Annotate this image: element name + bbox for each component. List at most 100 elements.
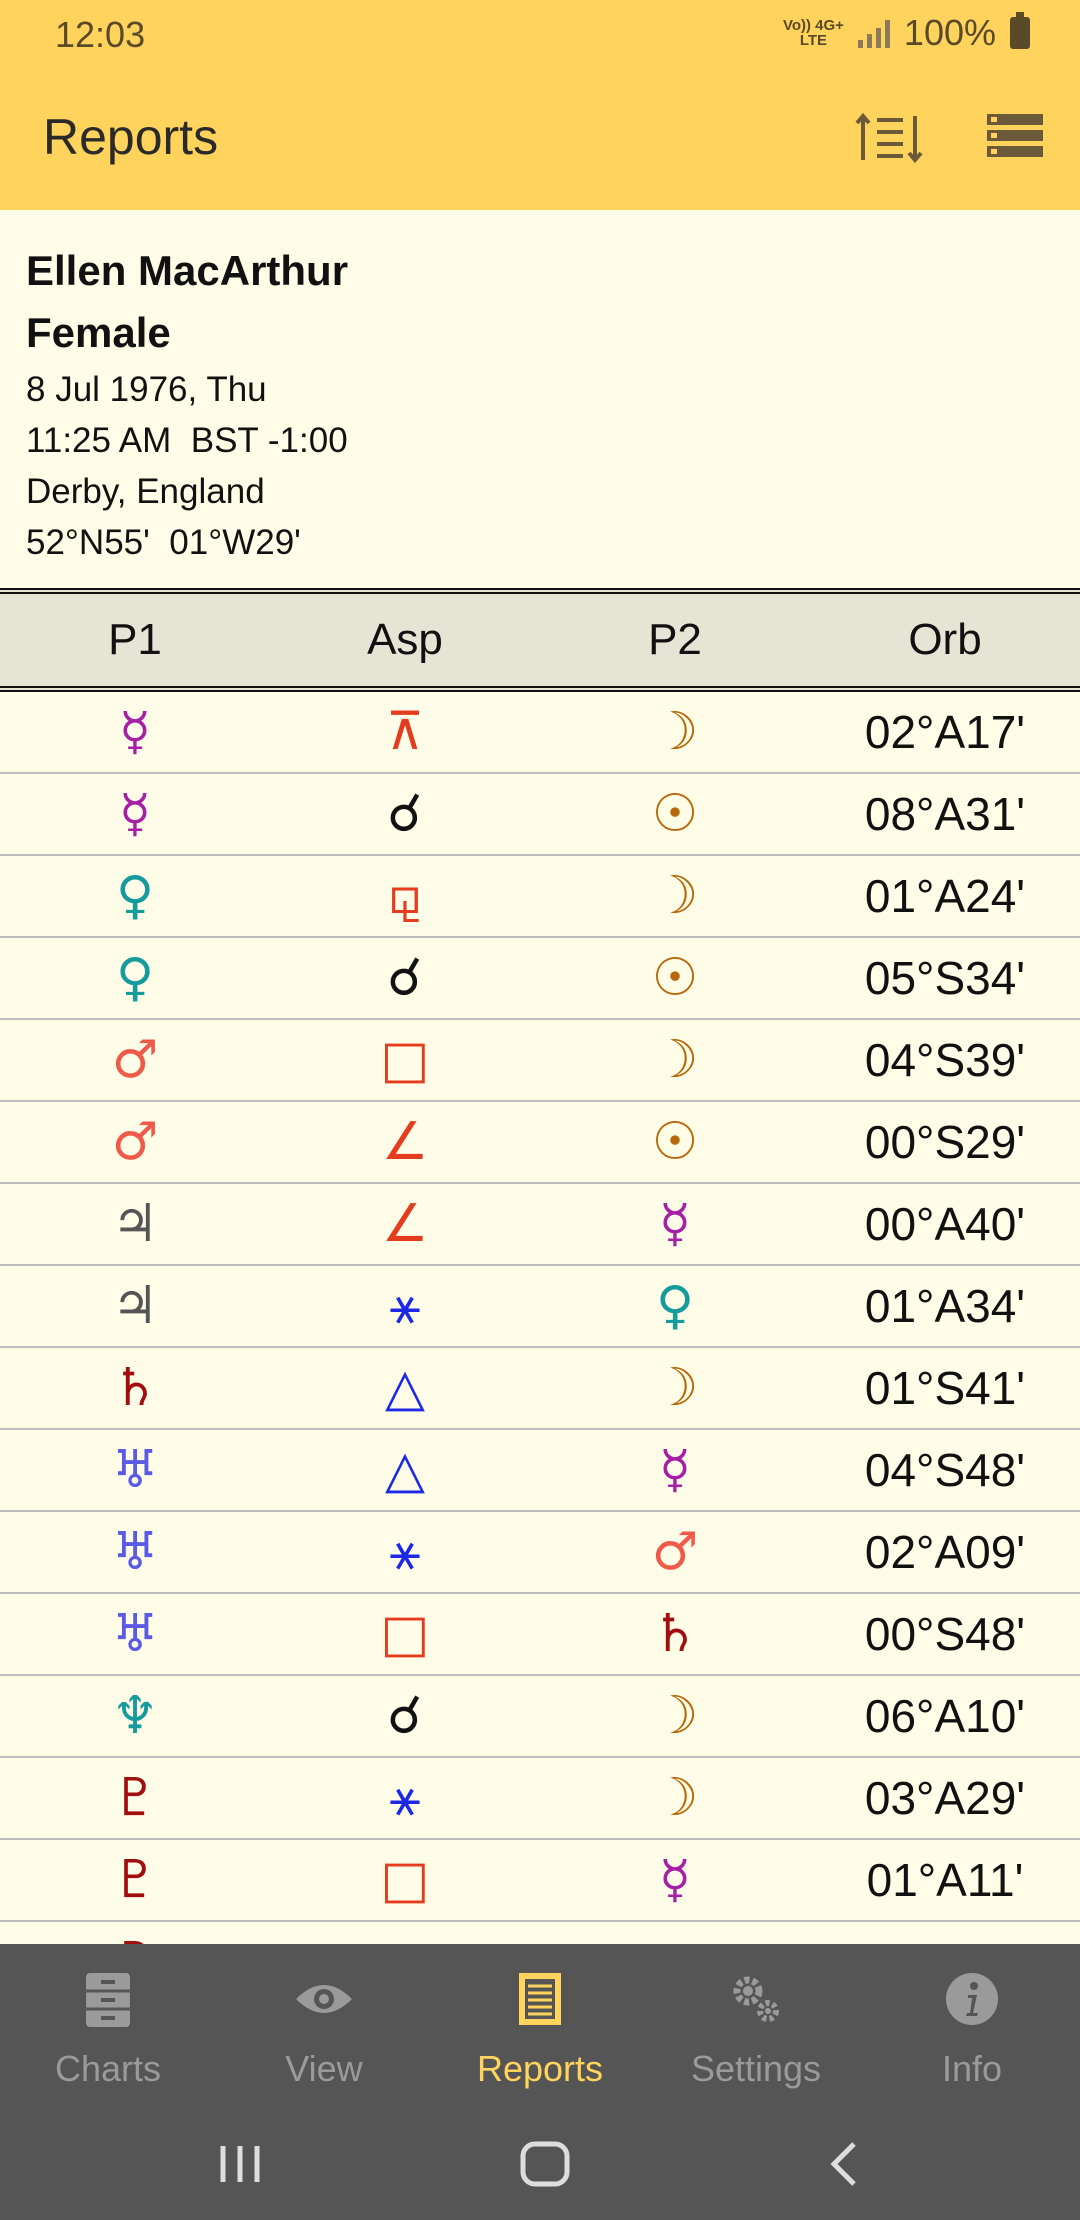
table-row[interactable]: ♇□ bbox=[0, 1922, 1080, 1944]
planet2-glyph: ☿ bbox=[659, 1440, 691, 1500]
nav-reports[interactable]: Reports bbox=[432, 1944, 648, 2114]
nav-settings[interactable]: Settings bbox=[648, 1944, 864, 2114]
column-header-p1[interactable]: P1 bbox=[0, 615, 270, 665]
planet2-glyph: ☽ bbox=[651, 1686, 699, 1746]
recent-apps-button[interactable] bbox=[215, 2134, 265, 2194]
planet2-glyph: ♄ bbox=[651, 1604, 699, 1664]
planet2-glyph: ☉ bbox=[651, 1112, 699, 1172]
table-row[interactable]: ♅ ⚹ ♂ 02°A09' bbox=[0, 1512, 1080, 1594]
planet1-glyph: ♄ bbox=[111, 1358, 159, 1418]
orb-value: 00°S29' bbox=[864, 1116, 1026, 1168]
system-navigation-bar bbox=[0, 2114, 1080, 2220]
planet2-glyph: ☽ bbox=[651, 1768, 699, 1828]
planet2-glyph: ♀ bbox=[655, 1276, 695, 1336]
orb-value: 01°A34' bbox=[864, 1280, 1026, 1332]
table-row[interactable]: ♄ △ ☽ 01°S41' bbox=[0, 1348, 1080, 1430]
planet2-glyph: ☉ bbox=[651, 784, 699, 844]
list-icon bbox=[987, 114, 1043, 157]
aspect-glyph: ☌ bbox=[387, 1686, 423, 1746]
table-row[interactable]: ♂ □ ☽ 04°S39' bbox=[0, 1020, 1080, 1102]
orb-value: 05°S34' bbox=[864, 952, 1026, 1004]
planet1-glyph: ♂ bbox=[111, 1112, 159, 1172]
birth-place: Derby, England bbox=[26, 472, 265, 511]
back-icon bbox=[830, 2142, 856, 2186]
table-row[interactable]: ♆ ☌ ☽ 06°A10' bbox=[0, 1676, 1080, 1758]
page-title: Reports bbox=[43, 109, 219, 165]
battery-icon bbox=[1010, 12, 1030, 49]
planet2-glyph: ☽ bbox=[651, 866, 699, 926]
planet2-glyph: ☽ bbox=[651, 1358, 699, 1418]
planet1-glyph: ♅ bbox=[111, 1440, 159, 1500]
column-header-p2[interactable]: P2 bbox=[540, 615, 810, 665]
battery-percent: 100% bbox=[903, 12, 996, 53]
orb-value bbox=[810, 1922, 1080, 1944]
table-row[interactable]: ♀ ⚼ ☽ 01°A24' bbox=[0, 856, 1080, 938]
planet2-glyph: ☿ bbox=[659, 1850, 691, 1910]
orb-value: 04°S48' bbox=[864, 1444, 1026, 1496]
table-row[interactable]: ♇ ⚹ ☽ 03°A29' bbox=[0, 1758, 1080, 1840]
aspect-table[interactable]: ☿ ⊼ ☽ 02°A17' ☿ ☌ ☉ 08°A31' ♀ ⚼ ☽ 01°A24' ♀ ☌ ☉ 05°S34'… bbox=[0, 692, 1080, 1944]
planet2-glyph: ☉ bbox=[651, 948, 699, 1008]
planet2-glyph: ☽ bbox=[651, 702, 699, 762]
person-name: Ellen MacArthur bbox=[26, 247, 349, 294]
planet1-glyph: ♀ bbox=[115, 948, 155, 1008]
orb-value: 01°S41' bbox=[864, 1362, 1026, 1414]
table-row[interactable]: ☿ ⊼ ☽ 02°A17' bbox=[0, 692, 1080, 774]
aspect-glyph: □ bbox=[270, 1922, 540, 1944]
aspect-glyph: ⊼ bbox=[385, 702, 425, 762]
birth-time: 11:25 AM BST -1:00 bbox=[26, 421, 348, 460]
table-row[interactable]: ♂ ∠ ☉ 00°S29' bbox=[0, 1102, 1080, 1184]
planet1-glyph: ♂ bbox=[111, 1030, 159, 1090]
aspect-glyph: △ bbox=[385, 1440, 425, 1500]
column-header-asp[interactable]: Asp bbox=[270, 615, 540, 665]
info-icon bbox=[942, 1968, 1002, 2030]
eye-icon bbox=[294, 1968, 354, 2030]
planet2-glyph bbox=[540, 1922, 810, 1944]
aspect-glyph: ⚹ bbox=[389, 1275, 421, 1336]
gears-icon bbox=[726, 1968, 786, 2030]
table-row[interactable]: ♃ ⚹ ♀ 01°A34' bbox=[0, 1266, 1080, 1348]
aspect-glyph: □ bbox=[380, 1850, 430, 1910]
nav-view[interactable]: View bbox=[216, 1944, 432, 2114]
planet1-glyph: ♇ bbox=[111, 1850, 159, 1910]
planet1-glyph: ♃ bbox=[111, 1276, 159, 1336]
planet1-glyph: ☿ bbox=[119, 784, 151, 844]
list-view-button[interactable] bbox=[985, 108, 1045, 168]
home-icon bbox=[520, 2141, 570, 2187]
sort-button[interactable] bbox=[855, 108, 925, 168]
aspect-glyph: ⚹ bbox=[389, 1767, 421, 1828]
nav-info[interactable]: Info bbox=[864, 1944, 1080, 2114]
table-row[interactable]: ♅ □ ♄ 00°S48' bbox=[0, 1594, 1080, 1676]
planet2-glyph: ♂ bbox=[651, 1522, 699, 1582]
table-row[interactable]: ♀ ☌ ☉ 05°S34' bbox=[0, 938, 1080, 1020]
aspect-glyph: ☌ bbox=[387, 948, 423, 1008]
sort-lines-icon bbox=[855, 112, 923, 164]
planet1-glyph: ♀ bbox=[115, 866, 155, 926]
table-row[interactable]: ♇ □ ☿ 01°A11' bbox=[0, 1840, 1080, 1922]
person-gender: Female bbox=[26, 309, 171, 356]
planet1-glyph: ♆ bbox=[111, 1686, 159, 1746]
chart-info: Ellen MacArthur Female 8 Jul 1976, Thu 1… bbox=[26, 240, 348, 568]
birth-date: 8 Jul 1976, Thu bbox=[26, 370, 267, 409]
orb-value: 02°A17' bbox=[864, 706, 1026, 758]
column-header-orb[interactable]: Orb bbox=[810, 615, 1080, 665]
home-button[interactable] bbox=[515, 2134, 575, 2194]
table-row[interactable]: ☿ ☌ ☉ 08°A31' bbox=[0, 774, 1080, 856]
orb-value: 01°A24' bbox=[864, 870, 1026, 922]
nav-charts[interactable]: Charts bbox=[0, 1944, 216, 2114]
table-header: P1 Asp P2 Orb bbox=[0, 588, 1080, 692]
birth-coords: 52°N55' 01°W29' bbox=[26, 523, 301, 562]
table-row[interactable]: ♃ ∠ ☿ 00°A40' bbox=[0, 1184, 1080, 1266]
planet1-glyph: ♅ bbox=[111, 1522, 159, 1582]
status-time: 12:03 bbox=[55, 14, 146, 55]
back-button[interactable] bbox=[820, 2134, 870, 2194]
orb-value: 00°A40' bbox=[864, 1198, 1026, 1250]
planet1-glyph: ♇ bbox=[0, 1922, 270, 1944]
table-row[interactable]: ♅ △ ☿ 04°S48' bbox=[0, 1430, 1080, 1512]
planet1-glyph: ♇ bbox=[111, 1768, 159, 1828]
app-bar: Reports bbox=[0, 68, 1080, 210]
planet1-glyph: ♃ bbox=[111, 1194, 159, 1254]
aspect-glyph: ∠ bbox=[381, 1194, 429, 1254]
aspect-glyph: ⚹ bbox=[389, 1521, 421, 1582]
orb-value: 06°A10' bbox=[864, 1690, 1026, 1742]
